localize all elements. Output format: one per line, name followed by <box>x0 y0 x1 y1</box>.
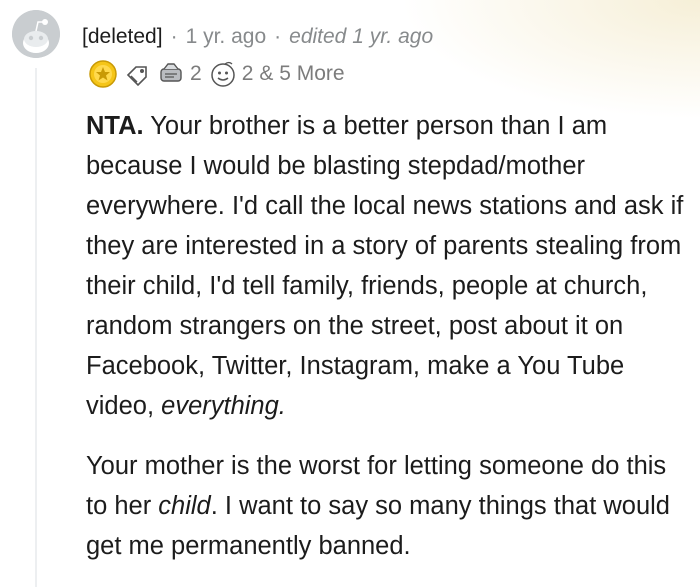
award-count: 2 <box>241 62 254 85</box>
more-awards-link[interactable]: & 5 More <box>259 62 344 86</box>
silver-award-icon[interactable] <box>122 59 152 89</box>
emphasis-text: everything. <box>161 392 286 420</box>
helpful-award-icon[interactable] <box>156 59 186 89</box>
gold-award-icon[interactable] <box>88 59 118 89</box>
wholesome-award-icon[interactable] <box>208 59 238 89</box>
separator-dot: · <box>170 25 178 48</box>
comment-body: NTA. Your brother is a better person tha… <box>86 106 686 566</box>
emphasis-text: child <box>158 492 211 520</box>
comment-header: [deleted] · 1 yr. ago · edited 1 yr. ago <box>82 25 433 49</box>
comment-author[interactable]: [deleted] <box>82 25 163 49</box>
avatar[interactable] <box>12 10 60 58</box>
edited-label: edited 1 yr. ago <box>289 25 434 48</box>
background-glow <box>400 0 700 120</box>
paragraph-text: Your brother is a better person than I a… <box>86 112 684 420</box>
snoo-avatar-icon <box>12 10 60 58</box>
thread-line[interactable] <box>35 68 37 587</box>
comment-age[interactable]: 1 yr. ago <box>186 25 267 49</box>
award-count: 2 <box>190 62 202 85</box>
awards-row[interactable]: 2 2 & 5 More <box>88 59 345 89</box>
verdict-text: NTA. <box>86 112 144 140</box>
comment-paragraph: NTA. Your brother is a better person tha… <box>86 106 686 426</box>
separator-dot: · <box>274 25 282 48</box>
comment-paragraph: Your mother is the worst for letting som… <box>86 446 686 566</box>
